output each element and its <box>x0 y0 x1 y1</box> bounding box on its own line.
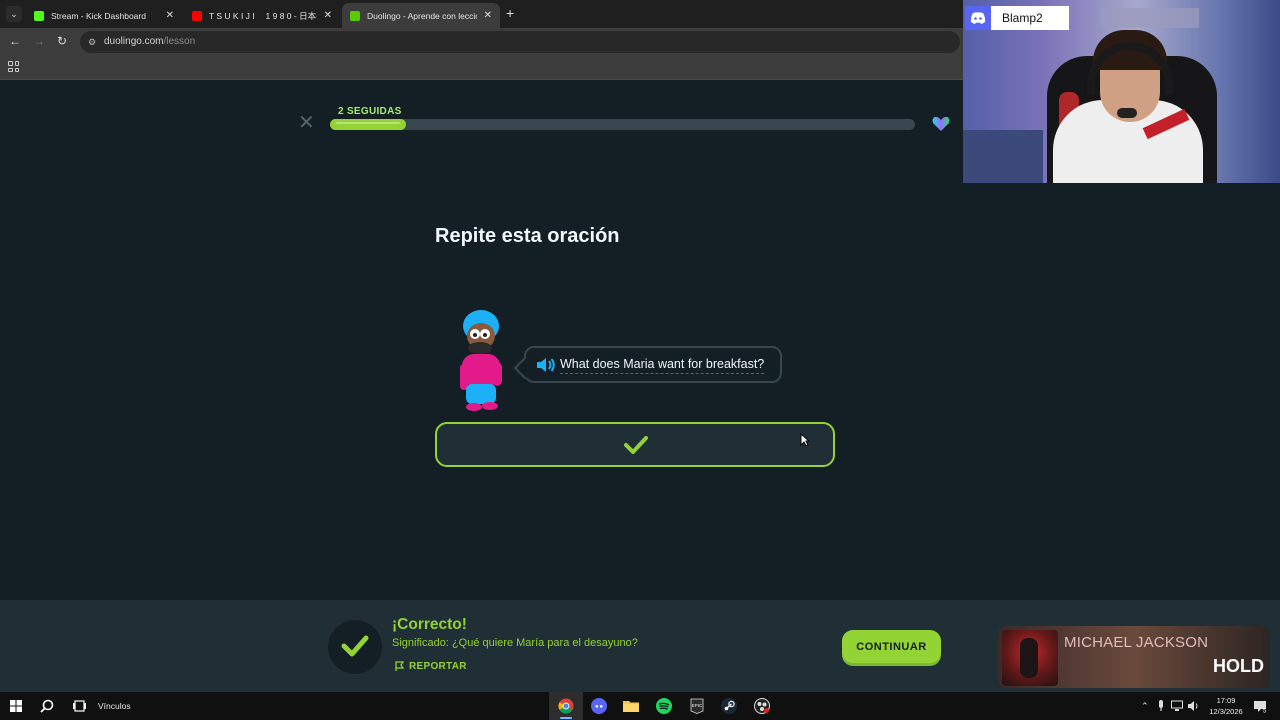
close-tab-icon[interactable]: ✕ <box>166 10 174 21</box>
taskbar-discord[interactable] <box>582 692 616 720</box>
prompt-title: Repite esta oración <box>435 225 620 247</box>
steam-icon <box>721 698 737 714</box>
tab-kick-dashboard[interactable]: Stream - Kick Dashboard ✕ <box>26 3 182 28</box>
report-label: REPORTAR <box>409 661 467 672</box>
discord-user-label: Blamp2 <box>965 6 1069 30</box>
duolingo-favicon-icon <box>350 10 360 21</box>
close-lesson-icon[interactable]: ✕ <box>298 113 315 133</box>
taskbar-steam[interactable] <box>712 692 746 720</box>
tab-title: Stream - Kick Dashboard <box>51 10 146 21</box>
answer-correct-box <box>435 422 835 467</box>
taskbar-file-explorer[interactable] <box>614 692 648 720</box>
taskbar-spotify[interactable] <box>647 692 681 720</box>
tab-duolingo[interactable]: Duolingo - Aprende con leccio ✕ <box>342 3 500 28</box>
tab-title: Duolingo - Aprende con leccio <box>367 10 477 21</box>
chrome-icon <box>558 698 574 714</box>
mouse-cursor-icon <box>800 433 810 447</box>
notifications-icon[interactable]: 5 <box>1253 699 1267 713</box>
youtube-favicon-icon <box>192 10 202 21</box>
correct-badge <box>328 620 382 674</box>
webcam-overlay: Blamp2 <box>963 0 1280 183</box>
streak-label: 2 SEGUIDAS <box>338 106 402 117</box>
sentence-text[interactable]: What does Maria want for breakfast? <box>560 357 765 374</box>
epic-games-icon: EPIC <box>690 698 704 714</box>
links-toolbar-label[interactable]: Vínculos <box>98 701 131 711</box>
check-icon <box>624 436 648 454</box>
apps-grid-icon[interactable] <box>8 61 19 72</box>
close-tab-icon[interactable]: ✕ <box>324 10 332 21</box>
search-icon[interactable] <box>40 699 54 713</box>
kick-favicon-icon <box>34 10 44 21</box>
discord-icon <box>965 6 991 30</box>
url-path: /lesson <box>163 36 196 47</box>
close-tab-icon[interactable]: ✕ <box>484 10 492 21</box>
reload-icon[interactable]: ↻ <box>57 34 67 48</box>
folder-icon <box>623 701 639 712</box>
forward-arrow-icon[interactable]: → <box>33 34 45 48</box>
now-playing-artist: MICHAEL JACKSON <box>1064 634 1209 651</box>
tab-title: T S U K I J I 1 9 8 0 - 日本のシ <box>209 10 317 21</box>
speech-bubble: What does Maria want for breakfast? <box>524 346 782 383</box>
back-arrow-icon[interactable]: ← <box>9 34 21 48</box>
windows-start-icon[interactable] <box>10 700 22 712</box>
feedback-meaning: Significado: ¿Qué quiere María para el d… <box>392 637 638 649</box>
screen: ⌄ Stream - Kick Dashboard ✕ T S U K I J … <box>0 0 1280 720</box>
task-view-icon[interactable] <box>73 700 86 712</box>
volume-icon[interactable] <box>1187 700 1199 712</box>
microphone-icon[interactable] <box>1157 700 1165 712</box>
obs-icon <box>754 698 770 714</box>
system-clock[interactable]: 17:09 12/3/2026 <box>1204 695 1248 717</box>
tray-overflow-chevron-icon[interactable]: ⌃ <box>1141 701 1149 712</box>
tab-youtube[interactable]: T S U K I J I 1 9 8 0 - 日本のシ ✕ <box>184 3 340 28</box>
flag-icon <box>395 661 405 671</box>
svg-text:5: 5 <box>1263 709 1267 714</box>
clock-date: 12/3/2026 <box>1209 707 1243 716</box>
svg-text:EPIC: EPIC <box>692 703 703 708</box>
character-illustration <box>460 310 502 411</box>
taskbar-chrome[interactable] <box>549 692 583 720</box>
feedback-title: ¡Correcto! <box>392 616 467 633</box>
network-icon[interactable] <box>1171 700 1183 712</box>
tab-search-button[interactable]: ⌄ <box>6 6 22 22</box>
taskbar-obs[interactable] <box>745 692 779 720</box>
site-info-icon[interactable]: ⚙ <box>88 31 96 53</box>
continue-button[interactable]: CONTINUAR <box>842 630 941 663</box>
report-button[interactable]: REPORTAR <box>394 661 467 672</box>
album-art <box>1002 630 1058 686</box>
lesson-progress-bar <box>330 119 915 130</box>
discord-username: Blamp2 <box>1002 11 1043 25</box>
clock-time: 17:09 <box>1216 696 1236 705</box>
windows-taskbar: Vínculos EPIC ⌃ 17:09 12/3/2026 5 <box>0 692 1280 720</box>
heart-icon <box>932 116 950 131</box>
now-playing-overlay: MICHAEL JACKSON HOLD <box>998 626 1270 688</box>
lesson-progress-fill <box>330 119 407 130</box>
now-playing-song: HOLD <box>1213 656 1264 676</box>
new-tab-icon[interactable]: + <box>506 5 514 21</box>
check-icon <box>341 635 369 657</box>
url-input[interactable]: ⚙ duolingo.com/lesson <box>80 31 960 53</box>
taskbar-epic-games[interactable]: EPIC <box>680 692 714 720</box>
speaker-icon[interactable] <box>536 357 556 373</box>
spotify-icon <box>656 698 672 714</box>
url-host: duolingo.com <box>104 36 164 47</box>
discord-icon <box>591 698 607 714</box>
